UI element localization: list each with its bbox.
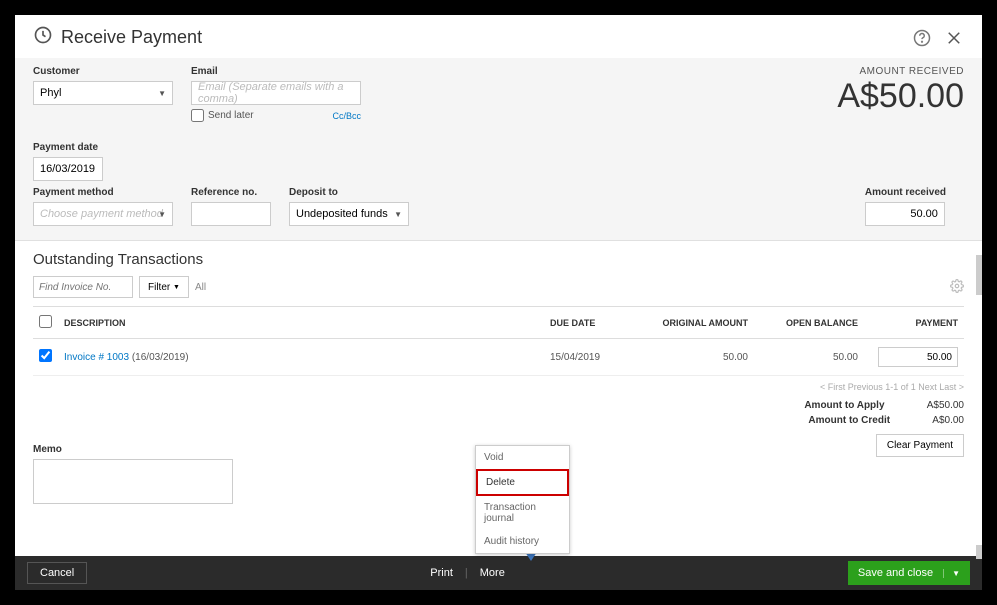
memo-textarea[interactable] [33,459,233,504]
search-invoice-input[interactable] [33,276,133,298]
row-open: 50.00 [754,339,864,376]
save-and-close-button[interactable]: Save and close ▼ [848,561,970,585]
col-description: DESCRIPTION [58,307,544,339]
close-icon[interactable] [944,28,964,48]
amount-apply-label: Amount to Apply [785,400,885,411]
chevron-down-icon: ▼ [173,284,180,291]
ccbcc-link[interactable]: Cc/Bcc [332,111,361,121]
reference-label: Reference no. [191,187,271,198]
email-label: Email [191,66,361,77]
menu-audit[interactable]: Audit history [476,530,569,553]
menu-journal[interactable]: Transaction journal [476,496,569,530]
clear-payment-button[interactable]: Clear Payment [876,434,964,457]
scrollbar-thumb[interactable] [976,255,982,295]
col-orig: ORIGINAL AMOUNT [634,307,754,339]
payment-date-input[interactable] [33,157,103,181]
reference-input[interactable] [191,202,271,226]
email-input[interactable]: Email (Separate emails with a comma) [191,81,361,105]
invoice-link[interactable]: Invoice # 1003 [64,352,129,363]
chevron-down-icon[interactable]: ▼ [943,569,960,578]
cancel-button[interactable]: Cancel [27,562,87,584]
invoice-date: (16/03/2019) [132,352,189,363]
send-later-box[interactable] [191,109,204,122]
print-button[interactable]: Print [430,567,453,579]
row-due: 15/04/2019 [544,339,634,376]
more-button[interactable]: More [480,567,505,579]
gear-icon[interactable] [950,279,964,296]
amount-received-label: AMOUNT RECEIVED [837,66,964,77]
amount-credit-label: Amount to Credit [790,415,890,426]
menu-void[interactable]: Void [476,446,569,469]
deposit-label: Deposit to [289,187,409,198]
help-icon[interactable] [912,28,932,48]
scrollbar-thumb[interactable] [976,545,982,559]
amount-received-input[interactable] [865,202,945,226]
chevron-down-icon: ▼ [158,89,166,98]
chevron-down-icon: ▼ [394,210,402,219]
amount-apply-value: A$50.00 [927,400,964,411]
amount-received-value: A$50.00 [837,77,964,116]
page-title: Receive Payment [61,27,202,48]
row-orig: 50.00 [634,339,754,376]
outstanding-title: Outstanding Transactions [33,251,964,268]
payment-date-label: Payment date [33,142,103,153]
deposit-select[interactable]: Undeposited funds ▼ [289,202,409,226]
table-row: Invoice # 1003 (16/03/2019) 15/04/2019 5… [33,339,964,376]
menu-delete[interactable]: Delete [476,469,569,496]
row-payment-input[interactable] [878,347,958,367]
col-pay: PAYMENT [864,307,964,339]
col-due: DUE DATE [544,307,634,339]
customer-label: Customer [33,66,173,77]
customer-value: Phyl [40,87,61,99]
row-checkbox[interactable] [39,349,52,362]
payment-method-label: Payment method [33,187,173,198]
outstanding-table: DESCRIPTION DUE DATE ORIGINAL AMOUNT OPE… [33,306,964,376]
send-later-checkbox[interactable]: Send later [191,109,254,122]
chevron-down-icon: ▼ [158,210,166,219]
col-open: OPEN BALANCE [754,307,864,339]
receive-payment-icon [33,25,53,50]
select-all-checkbox[interactable] [39,315,52,328]
customer-select[interactable]: Phyl ▼ [33,81,173,105]
more-menu: Void Delete Transaction journal Audit hi… [475,445,570,554]
amount-credit-value: A$0.00 [932,415,964,426]
amount-received-field-label: Amount received [865,187,946,198]
filter-all-label: All [195,282,206,293]
payment-method-select[interactable]: Choose payment method ▼ [33,202,173,226]
filter-button[interactable]: Filter ▼ [139,276,189,298]
pager[interactable]: < First Previous 1-1 of 1 Next Last > [33,382,964,392]
